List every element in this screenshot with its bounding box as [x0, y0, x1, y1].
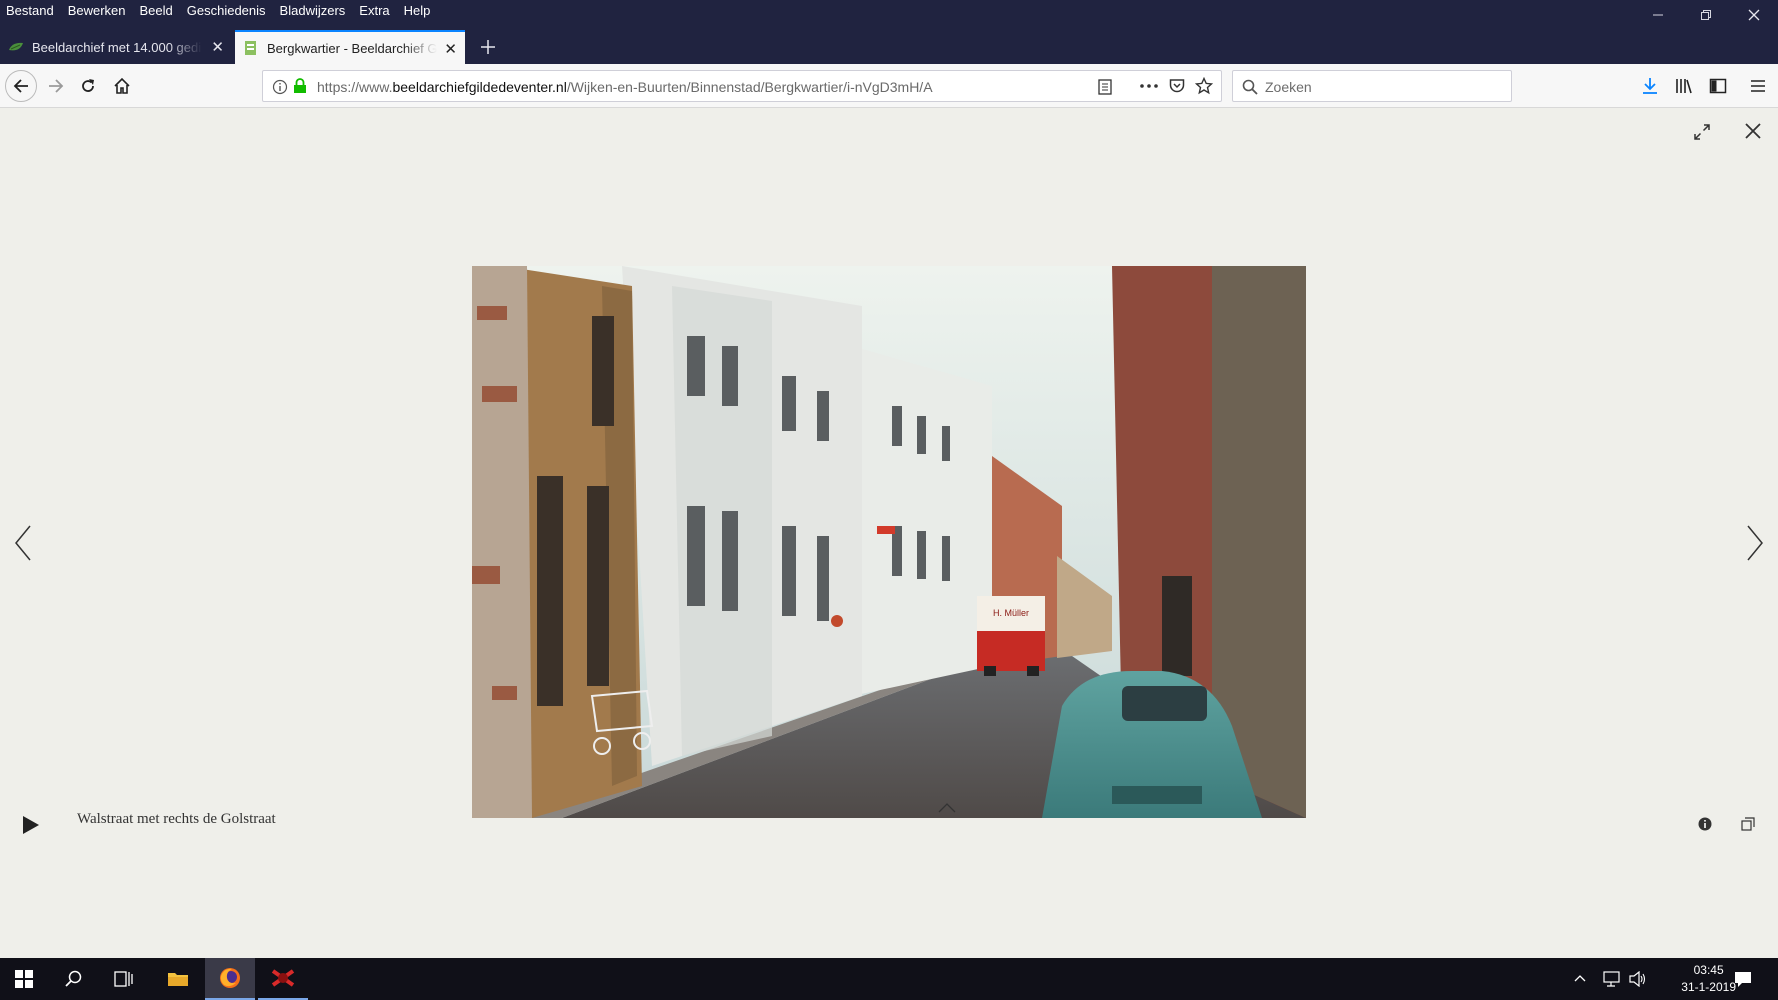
close-icon — [1748, 9, 1760, 21]
restore-button[interactable] — [1683, 0, 1729, 30]
search-icon — [65, 970, 82, 987]
downloads-button[interactable] — [1634, 70, 1666, 102]
main-menu-button[interactable] — [1742, 70, 1774, 102]
lightbox: H. Müller Walstraat met rechts de Golstr… — [0, 109, 1778, 958]
minimize-button[interactable] — [1635, 0, 1681, 30]
reload-icon — [82, 79, 94, 92]
notifications-icon[interactable] — [1734, 970, 1752, 988]
minimize-icon — [1653, 14, 1663, 16]
title-bar: Bestand Bewerken Beeld Geschiedenis Blad… — [0, 0, 1778, 30]
library-icon — [1676, 79, 1692, 94]
download-icon — [1643, 78, 1657, 94]
firefox-icon — [220, 968, 240, 988]
arrow-left-icon — [13, 79, 28, 93]
previous-photo-icon[interactable] — [14, 525, 32, 561]
folder-icon — [168, 973, 188, 986]
close-window-button[interactable] — [1731, 0, 1777, 30]
network-icon[interactable] — [1603, 971, 1621, 987]
reader-view-icon[interactable] — [1098, 79, 1112, 95]
search-icon — [1242, 79, 1258, 95]
app-icon — [271, 969, 295, 987]
taskbar-search-button[interactable] — [50, 958, 98, 1000]
arrow-right-icon — [49, 79, 64, 93]
new-tab-button[interactable] — [475, 30, 501, 64]
task-view-button[interactable] — [100, 958, 148, 1000]
info-icon[interactable] — [272, 79, 288, 95]
truck-sign: H. Müller — [993, 608, 1029, 618]
more-actions-icon[interactable] — [1140, 84, 1158, 88]
menu-bestand[interactable]: Bestand — [6, 3, 54, 18]
menu-bladwijzers[interactable]: Bladwijzers — [280, 3, 346, 18]
url-path: /Wijken-en-Buurten/Binnenstad/Bergkwarti… — [566, 79, 933, 95]
system-clock[interactable]: 03:45 31-1-2019 — [1681, 962, 1736, 996]
tab-bergkwartier[interactable]: Bergkwartier - Beeldarchief Gilde Devent… — [235, 30, 465, 64]
hamburger-icon — [1751, 80, 1765, 92]
restore-icon — [1701, 10, 1711, 20]
windows-icon — [15, 970, 33, 988]
street-photo[interactable]: H. Müller — [472, 266, 1306, 818]
start-button[interactable] — [0, 958, 48, 1000]
address-bar[interactable]: https://www.beeldarchiefgildedeventer.nl… — [262, 70, 1222, 102]
bookmark-star-icon[interactable] — [1195, 77, 1213, 95]
volume-icon[interactable] — [1629, 971, 1647, 987]
chevron-up-icon[interactable] — [938, 803, 956, 813]
menu-bar: Bestand Bewerken Beeld Geschiedenis Blad… — [6, 3, 430, 18]
file-explorer-button[interactable] — [154, 958, 202, 1000]
library-button[interactable] — [1668, 70, 1700, 102]
back-button[interactable] — [5, 70, 37, 102]
home-button[interactable] — [106, 70, 138, 102]
close-tab-icon[interactable]: ✕ — [444, 40, 457, 58]
pocket-icon[interactable] — [1169, 78, 1185, 94]
leaf-icon — [9, 42, 23, 51]
forward-button[interactable] — [40, 70, 72, 102]
clock-time: 03:45 — [1693, 963, 1724, 977]
lock-icon[interactable] — [293, 78, 307, 94]
menu-extra[interactable]: Extra — [359, 3, 389, 18]
page-icon — [245, 41, 256, 55]
tab-title: Bergkwartier - Beeldarchief Gilde Devent… — [267, 40, 437, 56]
info-icon[interactable] — [1698, 817, 1712, 831]
clock-date: 31-1-2019 — [1681, 980, 1736, 994]
url-domain: beeldarchiefgildedeventer.nl — [392, 79, 567, 95]
menu-help[interactable]: Help — [404, 3, 431, 18]
url-text[interactable]: https://www.beeldarchiefgildedeventer.nl… — [317, 79, 933, 95]
search-bar[interactable]: Zoeken — [1232, 70, 1512, 102]
taskbar: 03:45 31-1-2019 — [0, 958, 1778, 1000]
photo-caption: Walstraat met rechts de Golstraat — [77, 811, 276, 827]
firefox-button[interactable] — [205, 958, 255, 1000]
close-tab-icon[interactable]: ✕ — [211, 38, 224, 56]
menu-bewerken[interactable]: Bewerken — [68, 3, 126, 18]
fullscreen-icon[interactable] — [1693, 123, 1711, 141]
menu-beeld[interactable]: Beeld — [140, 3, 173, 18]
menu-geschiedenis[interactable]: Geschiedenis — [187, 3, 266, 18]
thumbnails-icon[interactable] — [1741, 817, 1755, 831]
url-prefix: https://www. — [317, 79, 393, 95]
tab-title: Beeldarchief met 14.000 gedigitaliseerde — [32, 39, 202, 55]
reload-button[interactable] — [72, 70, 104, 102]
next-photo-icon[interactable] — [1746, 525, 1764, 561]
search-placeholder: Zoeken — [1265, 79, 1312, 95]
home-icon — [114, 77, 130, 94]
chevron-up-icon[interactable] — [1574, 974, 1586, 982]
close-lightbox-icon[interactable] — [1745, 123, 1761, 139]
sidebar-icon — [1709, 78, 1727, 94]
tab-beeldarchief[interactable]: Beeldarchief met 14.000 gedigitaliseerde… — [0, 30, 232, 64]
navigation-toolbar: https://www.beeldarchiefgildedeventer.nl… — [0, 64, 1778, 108]
app-button[interactable] — [258, 958, 308, 1000]
task-view-icon — [114, 971, 133, 987]
plus-icon — [481, 40, 495, 54]
sidebar-button[interactable] — [1702, 70, 1734, 102]
play-slideshow-icon[interactable] — [22, 815, 40, 835]
tab-strip: Beeldarchief met 14.000 gedigitaliseerde… — [0, 30, 1778, 64]
